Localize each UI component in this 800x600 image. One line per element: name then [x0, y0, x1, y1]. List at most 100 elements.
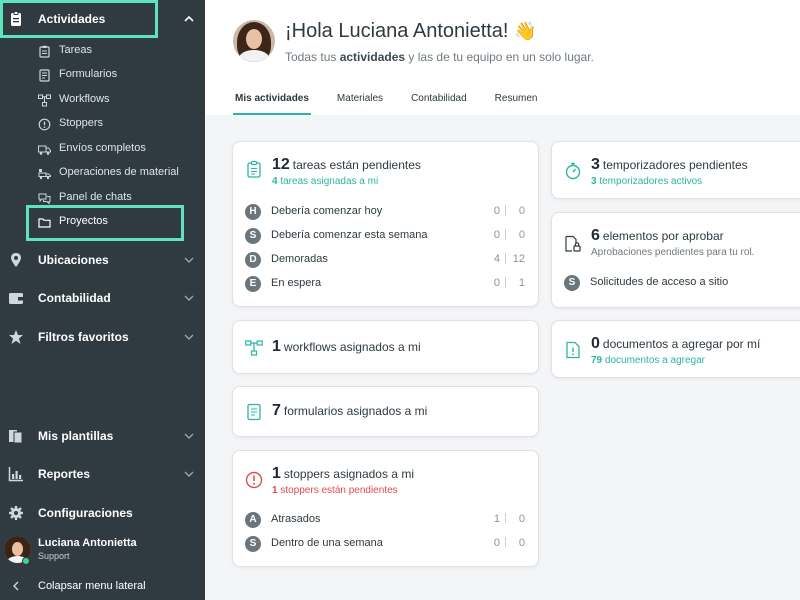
card-title: 1 stoppers asignados a mi	[272, 465, 414, 483]
tab-mis-actividades[interactable]: Mis actividades	[233, 93, 311, 115]
card-subtitle: Aprobaciones pendientes para tu rol.	[591, 247, 755, 258]
tareas-card[interactable]: 12 tareas están pendientes 4 tareas asign…	[232, 141, 539, 307]
online-status-icon	[22, 557, 30, 565]
workflows-card[interactable]: 1 workflows asignados a mi	[232, 320, 539, 374]
row-count-b: 1	[518, 277, 525, 289]
sidebar-section-label: Actividades	[38, 12, 106, 26]
row-count-b: 12	[512, 253, 525, 265]
collapse-label: Colapsar menu lateral	[38, 580, 146, 592]
chat-icon	[38, 193, 51, 205]
row-label: Atrasados	[271, 513, 321, 525]
alert-circle-icon	[38, 118, 51, 131]
card-subtitle-link[interactable]: 79 documentos a agregar	[591, 355, 705, 366]
sidebar-user[interactable]: Luciana Antonietta Support	[0, 534, 205, 570]
row-separator: |	[504, 228, 507, 240]
tab-materiales[interactable]: Materiales	[335, 93, 385, 115]
card-subtitle-link[interactable]: 1 stoppers están pendientes	[272, 485, 398, 496]
subtitle-text: Todas tus	[285, 50, 340, 64]
sidebar-item-label: Proyectos	[59, 215, 108, 227]
sidebar-item-label: Panel de chats	[59, 191, 132, 203]
sidebar-item-proyectos[interactable]: Proyectos	[0, 210, 205, 234]
elementos-card[interactable]: 6 elementos por aprobar Aprobaciones pend…	[551, 212, 800, 308]
clipboard-list-icon	[247, 160, 261, 178]
card-title-text: tareas están pendientes	[292, 158, 421, 172]
list-item[interactable]: S Solicitudes de acceso a sitio	[564, 274, 794, 292]
page-title: ¡Hola Luciana Antonietta! 👋	[285, 20, 536, 43]
row-label: Demoradas	[271, 253, 328, 265]
user-role: Support	[38, 551, 70, 561]
sidebar-section-filtros[interactable]: Filtros favoritos	[0, 318, 205, 356]
list-item[interactable]: E En espera 0 | 1	[245, 275, 525, 293]
row-separator: |	[504, 204, 507, 216]
chevron-left-icon	[13, 581, 19, 591]
sidebar-section-label: Reportes	[38, 467, 91, 481]
sidebar-item-label: Envíos completos	[59, 142, 146, 154]
card-count: 1	[272, 338, 281, 355]
clipboard-icon	[39, 45, 50, 58]
sidebar-section-label: Filtros favoritos	[38, 330, 129, 344]
chevron-down-icon[interactable]	[183, 254, 195, 266]
chevron-down-icon[interactable]	[183, 430, 195, 442]
sidebar-item-label: Formularios	[59, 68, 118, 80]
card-title: 7 formularios asignados a mi	[272, 402, 427, 420]
list-item[interactable]: H Debería comenzar hoy 0 | 0	[245, 203, 525, 221]
workflow-icon	[245, 340, 263, 356]
formularios-card[interactable]: 7 formularios asignados a mi	[232, 386, 539, 437]
chevron-down-icon[interactable]	[183, 292, 195, 304]
card-title-text: formularios asignados a mi	[283, 404, 428, 418]
card-subtitle-link[interactable]: 3 temporizadores activos	[591, 176, 702, 187]
list-item[interactable]: D Demoradas 4 | 12	[245, 251, 525, 269]
tab-resumen[interactable]: Resumen	[493, 93, 540, 115]
sidebar-item-operaciones[interactable]: Operaciones de material	[0, 161, 205, 185]
card-title-text: elementos por aprobar	[602, 229, 724, 243]
tab-bar: Mis actividades Materiales Contabilidad …	[233, 93, 563, 115]
card-sub-count: 79	[591, 355, 603, 366]
truck-icon	[38, 145, 51, 155]
sidebar-section-plantillas[interactable]: Mis plantillas	[0, 417, 205, 455]
chevron-up-icon[interactable]	[183, 13, 195, 25]
sidebar-section-reportes[interactable]: Reportes	[0, 455, 205, 493]
row-separator: |	[504, 536, 507, 548]
alert-circle-icon	[245, 471, 263, 489]
sidebar-section-contabilidad[interactable]: Contabilidad	[0, 279, 205, 317]
chevron-down-icon[interactable]	[183, 331, 195, 343]
row-label: Solicitudes de acceso a sitio	[590, 276, 729, 288]
card-sub-text: tareas asignadas a mi	[280, 176, 379, 187]
stoppers-card[interactable]: 1 stoppers asignados a mi 1 stoppers está…	[232, 450, 539, 567]
row-letter-badge: H	[245, 204, 261, 220]
sidebar-item-stoppers[interactable]: Stoppers	[0, 112, 205, 136]
row-label: En espera	[271, 277, 322, 289]
sidebar-item-envios[interactable]: Envíos completos	[0, 137, 205, 161]
form-icon	[247, 403, 261, 421]
documentos-card[interactable]: 0 documentos a agregar por mí 79 document…	[551, 320, 800, 378]
sidebar-item-chats[interactable]: Panel de chats	[0, 186, 205, 210]
waving-hand-icon: 👋	[514, 21, 537, 41]
sidebar-item-workflows[interactable]: Workflows	[0, 88, 205, 112]
user-name: Luciana Antonietta	[38, 537, 137, 549]
sidebar-item-label: Tareas	[59, 44, 93, 56]
sidebar-section-actividades[interactable]: Actividades	[0, 0, 205, 38]
sidebar-item-formularios[interactable]: Formularios	[0, 63, 205, 87]
sidebar-section-ubicaciones[interactable]: Ubicaciones	[0, 241, 205, 279]
sidebar-section-configuraciones[interactable]: Configuraciones	[0, 494, 205, 532]
star-icon	[9, 330, 23, 344]
sidebar-item-tareas[interactable]: Tareas	[0, 39, 205, 63]
card-title-text: temporizadores pendientes	[602, 158, 748, 172]
temporizadores-card[interactable]: 3 temporizadores pendientes 3 temporizado…	[551, 141, 800, 199]
list-item[interactable]: S Debería comenzar esta semana 0 | 0	[245, 227, 525, 245]
list-item[interactable]: S Dentro de una semana 0 | 0	[245, 535, 525, 553]
row-count-b: 0	[518, 205, 525, 217]
row-separator: |	[504, 512, 507, 524]
card-count: 3	[591, 156, 600, 173]
sidebar-section-label: Contabilidad	[38, 291, 111, 305]
folder-icon	[38, 218, 51, 228]
list-item[interactable]: A Atrasados 1 | 0	[245, 511, 525, 529]
row-separator: |	[504, 252, 507, 264]
card-subtitle-link[interactable]: 4 tareas asignadas a mi	[272, 176, 378, 187]
tab-contabilidad[interactable]: Contabilidad	[409, 93, 469, 115]
collapse-sidebar-button[interactable]: Colapsar menu lateral	[0, 576, 205, 598]
card-title: 1 workflows asignados a mi	[272, 338, 421, 356]
main-content: ¡Hola Luciana Antonietta! 👋 Todas tus ac…	[205, 0, 800, 600]
card-sub-text: documentos a agregar	[604, 355, 705, 366]
chevron-down-icon[interactable]	[183, 468, 195, 480]
